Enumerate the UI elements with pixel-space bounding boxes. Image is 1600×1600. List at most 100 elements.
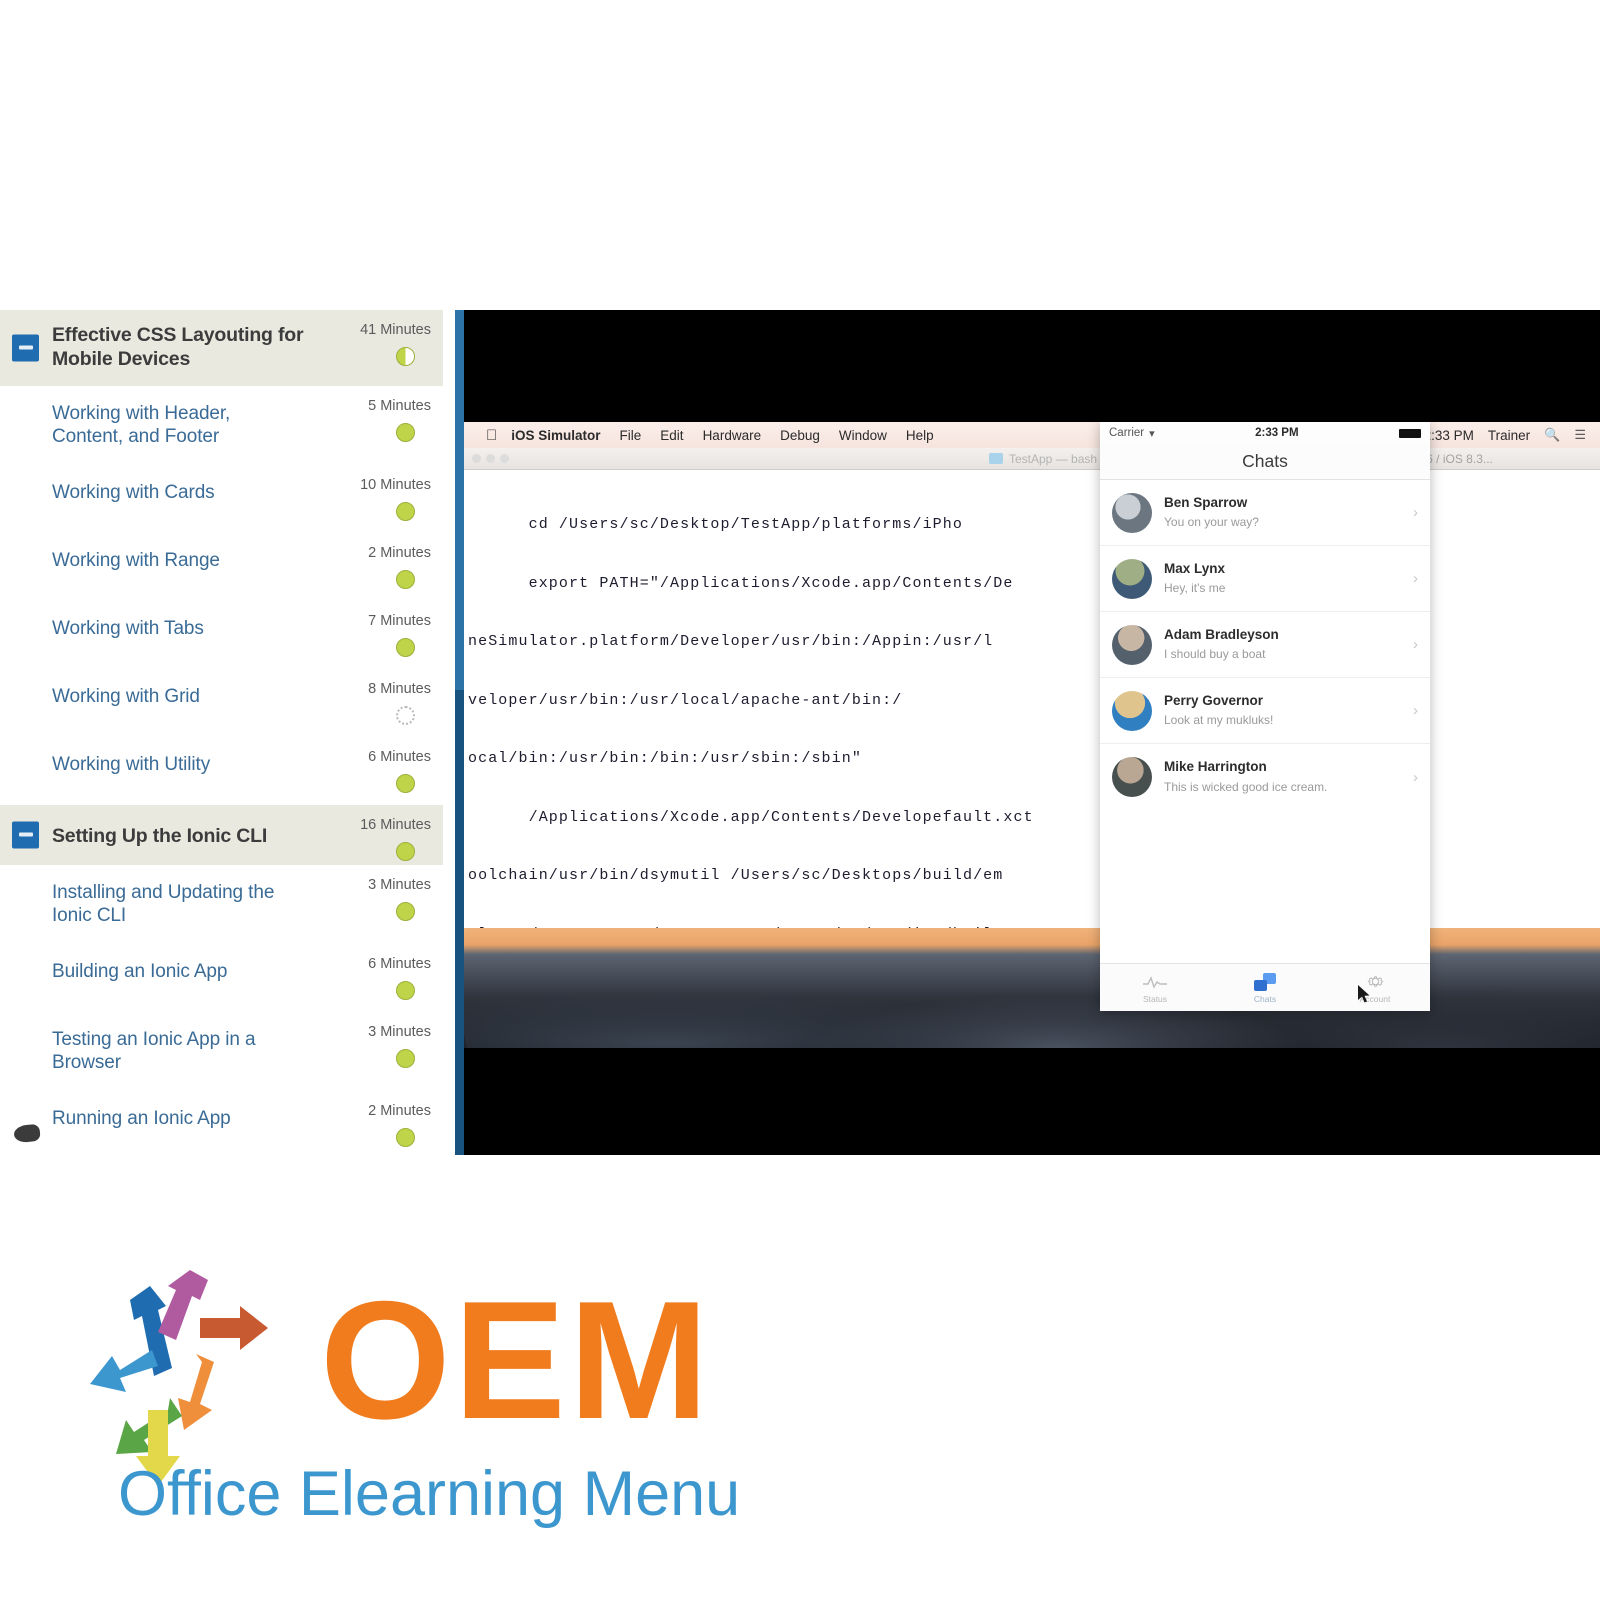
list-item[interactable]: Working with Utility 6 Minutes — [0, 736, 443, 805]
ios-clock: 2:33 PM — [1255, 427, 1299, 439]
progress-empty-icon — [396, 705, 415, 725]
zoom-icon — [500, 454, 509, 463]
list-item[interactable]: Running an Ionic App 2 Minutes — [0, 1090, 443, 1155]
lesson-meta: 3 Minutes — [311, 876, 431, 921]
chat-text: Ben Sparrow You on your way? — [1164, 494, 1401, 531]
progress-indicator-wrap — [311, 346, 431, 366]
lesson-title: Working with Cards — [52, 481, 215, 503]
search-icon[interactable]: 🔍 — [1544, 427, 1560, 443]
section-meta: 41 Minutes — [311, 322, 431, 366]
list-item[interactable]: Working with Header, Content, and Footer… — [0, 385, 443, 465]
progress-done-icon — [396, 422, 415, 442]
tab-account[interactable]: Account — [1320, 972, 1430, 1004]
lesson-duration: 6 Minutes — [368, 748, 431, 765]
sidebar-section-header[interactable]: Setting Up the Ionic CLI 16 Minutes — [0, 804, 443, 865]
avatar — [1112, 757, 1152, 797]
menu-item-window[interactable]: Window — [839, 428, 887, 443]
lesson-title: Working with Utility — [52, 753, 211, 775]
menu-item-edit[interactable]: Edit — [660, 428, 683, 443]
tab-status[interactable]: Status — [1100, 972, 1210, 1004]
list-item[interactable]: Max Lynx Hey, it's me › — [1100, 546, 1430, 612]
progress-done-icon — [396, 501, 415, 521]
lesson-title: Working with Tabs — [52, 617, 204, 639]
lesson-meta: 3 Minutes — [311, 1023, 431, 1068]
list-item[interactable]: Mike Harrington This is wicked good ice … — [1100, 744, 1430, 810]
minimize-icon — [486, 454, 495, 463]
chat-name: Ben Sparrow — [1164, 494, 1248, 510]
section-meta: 16 Minutes — [311, 816, 431, 861]
lesson-duration: 3 Minutes — [368, 1023, 431, 1040]
lesson-meta: 6 Minutes — [311, 748, 431, 793]
section-duration: 41 Minutes — [360, 322, 431, 338]
lesson-title: Installing and Updating the Ionic CLI — [52, 881, 275, 927]
sidebar-section-header[interactable]: Effective CSS Layouting for Mobile Devic… — [0, 310, 443, 386]
menu-app-name[interactable]: iOS Simulator — [511, 428, 600, 443]
list-item[interactable]: Working with Grid 8 Minutes — [0, 668, 443, 737]
chats-icon-wrap — [1210, 972, 1320, 992]
carrier-text: Carrier — [1109, 427, 1145, 439]
list-item[interactable]: Working with Range 2 Minutes — [0, 532, 443, 601]
logo-title: OEM — [320, 1266, 712, 1454]
minus-icon[interactable] — [12, 821, 39, 849]
avatar — [1112, 558, 1152, 599]
menu-user[interactable]: Trainer — [1488, 428, 1530, 443]
wifi-icon: ▾ — [1149, 427, 1155, 440]
lesson-meta: 2 Minutes — [311, 1103, 431, 1147]
notification-center-icon[interactable]: ☰ — [1574, 427, 1586, 443]
lesson-meta: 5 Minutes — [311, 398, 431, 442]
list-item[interactable]: Installing and Updating the Ionic CLI 3 … — [0, 864, 443, 944]
progress-done-icon — [396, 1127, 415, 1147]
list-item[interactable]: Testing an Ionic App in a Browser 3 Minu… — [0, 1011, 443, 1091]
avatar — [1112, 624, 1152, 665]
pulse-icon — [1100, 972, 1210, 992]
gear-icon-wrap — [1320, 972, 1430, 992]
list-item[interactable]: Ben Sparrow You on your way? › — [1100, 480, 1430, 546]
chats-icon — [1254, 972, 1276, 991]
lesson-duration: 8 Minutes — [368, 680, 431, 697]
lesson-meta: 7 Minutes — [311, 612, 431, 657]
chat-name: Mike Harrington — [1164, 759, 1267, 775]
page-title: Chats — [1242, 451, 1288, 471]
folder-icon — [989, 453, 1003, 464]
chat-message: Hey, it's me — [1164, 581, 1226, 596]
ios-tab-bar[interactable]: Status Chats Account — [1100, 963, 1430, 1011]
tab-chats[interactable]: Chats — [1210, 972, 1320, 1004]
carrier-label: Carrier ▾ — [1109, 427, 1155, 440]
lesson-meta: 6 Minutes — [311, 956, 431, 1000]
lesson-title: Working with Grid — [52, 685, 200, 707]
lesson-duration: 2 Minutes — [368, 544, 431, 561]
chevron-right-icon: › — [1413, 570, 1418, 587]
menu-item-help[interactable]: Help — [906, 428, 934, 443]
tab-label: Account — [1359, 993, 1391, 1004]
list-item[interactable]: Adam Bradleyson I should buy a boat › — [1100, 612, 1430, 678]
menu-item-debug[interactable]: Debug — [780, 428, 820, 443]
list-item[interactable]: Building an Ionic App 6 Minutes — [0, 943, 443, 1012]
menu-item-hardware[interactable]: Hardware — [703, 428, 762, 443]
list-item[interactable]: Perry Governor Look at my mukluks! › — [1100, 678, 1430, 744]
lesson-meta: 2 Minutes — [311, 544, 431, 589]
minus-bar — [18, 345, 33, 350]
tab-label: Chats — [1253, 993, 1277, 1004]
avatar — [1112, 690, 1152, 731]
lesson-duration: 7 Minutes — [368, 612, 431, 629]
progress-done-icon — [396, 1048, 415, 1068]
minus-icon[interactable] — [12, 334, 39, 362]
section-duration: 16 Minutes — [360, 816, 431, 833]
video-player[interactable]:  iOS Simulator File Edit Hardware Debug… — [455, 310, 1600, 1155]
apple-logo-icon[interactable]:  — [486, 428, 497, 443]
minus-bar — [18, 832, 33, 837]
window-controls[interactable] — [472, 454, 509, 463]
chevron-right-icon: › — [1413, 504, 1418, 521]
ios-nav-bar: Chats — [1100, 444, 1430, 480]
list-item[interactable]: Working with Cards 10 Minutes — [0, 464, 443, 533]
lesson-duration: 10 Minutes — [360, 476, 431, 493]
chat-name: Perry Governor — [1164, 692, 1264, 708]
list-item[interactable]: Working with Tabs 7 Minutes — [0, 600, 443, 669]
chat-text: Max Lynx Hey, it's me — [1164, 560, 1401, 597]
lesson-duration: 3 Minutes — [368, 876, 431, 893]
lesson-title: Working with Range — [52, 549, 220, 571]
chat-name: Max Lynx — [1164, 560, 1226, 576]
ios-simulator-window[interactable]: Carrier ▾ 2:33 PM Chats Ben Sparrow You … — [1100, 422, 1430, 1011]
menu-item-file[interactable]: File — [620, 428, 642, 443]
lesson-meta: 10 Minutes — [311, 476, 431, 521]
